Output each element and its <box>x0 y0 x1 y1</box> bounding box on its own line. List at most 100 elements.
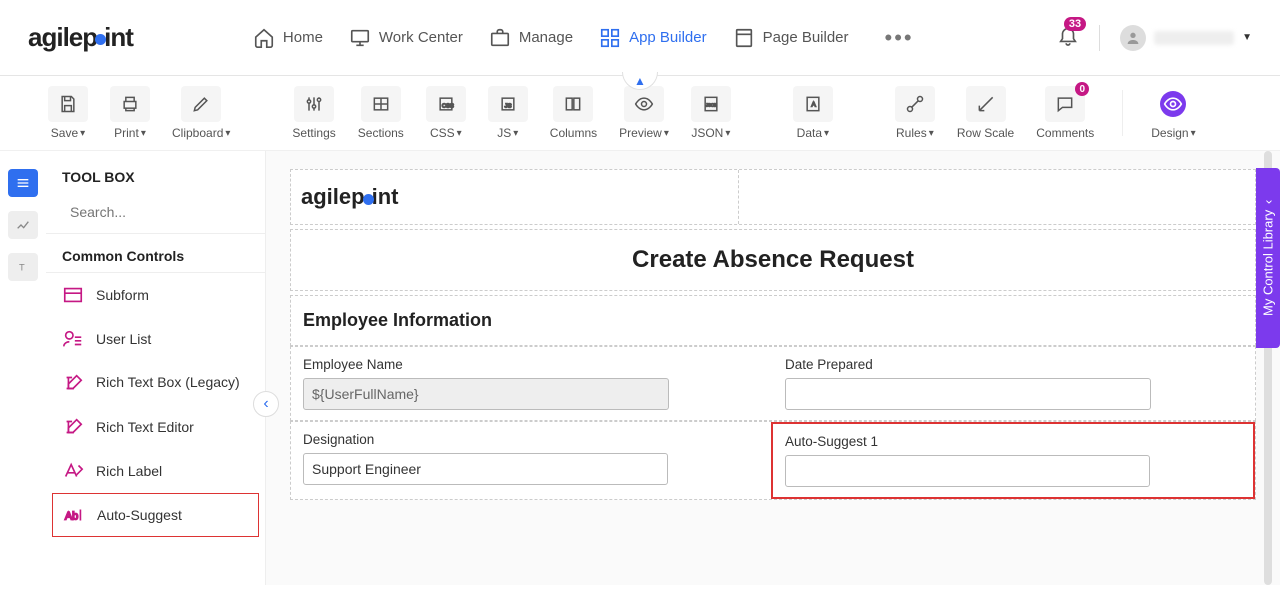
svg-text:JS: JS <box>504 103 511 109</box>
toolbox-title: TOOL BOX <box>46 151 265 197</box>
list-icon <box>15 175 31 191</box>
toolbox-search[interactable] <box>46 197 265 234</box>
field-auto-suggest[interactable]: Auto-Suggest 1 <box>771 422 1255 499</box>
control-rich-label[interactable]: Rich Label <box>46 449 265 493</box>
control-rich-text-editor[interactable]: Rich Text Editor <box>46 405 265 449</box>
user-icon <box>1125 30 1141 46</box>
nav-manage[interactable]: Manage <box>489 25 573 51</box>
nav-work-center[interactable]: Work Center <box>349 25 463 51</box>
control-subform[interactable]: Subform <box>46 273 265 317</box>
js-label: JS <box>497 126 511 140</box>
sidebar-collapse-button[interactable]: ‹ <box>253 391 279 417</box>
svg-text:T: T <box>19 262 25 272</box>
nav-app-builder-label: App Builder <box>629 29 707 46</box>
nav-work-center-label: Work Center <box>379 29 463 46</box>
auto-suggest-label: Auto-Suggest 1 <box>785 434 1241 449</box>
control-auto-suggest-label: Auto-Suggest <box>97 507 182 523</box>
save-button[interactable]: Save▾ <box>48 86 88 140</box>
nav-more[interactable]: ••• <box>885 25 914 51</box>
control-library-tab[interactable]: My Control Library ‹ <box>1256 168 1280 348</box>
row-1: Employee Name Date Prepared <box>290 346 1256 421</box>
rules-button[interactable]: Rules▾ <box>895 86 935 140</box>
settings-button[interactable]: Settings <box>292 86 335 140</box>
separator <box>1099 25 1100 51</box>
row-scale-button[interactable]: Row Scale <box>957 86 1014 140</box>
chart-icon <box>15 217 31 233</box>
nav-app-builder[interactable]: App Builder <box>599 25 707 51</box>
sections-button[interactable]: Sections <box>358 86 404 140</box>
nav-page-builder-label: Page Builder <box>763 29 849 46</box>
svg-text:A: A <box>811 102 816 109</box>
nav-page-builder[interactable]: Page Builder <box>733 25 849 51</box>
print-button[interactable]: Print▾ <box>110 86 150 140</box>
control-rich-label-label: Rich Label <box>96 463 162 479</box>
css-button[interactable]: CSS CSS▾ <box>426 86 466 140</box>
designation-label: Designation <box>303 432 759 447</box>
form-canvas[interactable]: agilepint Create Absence Request Employe… <box>266 151 1280 585</box>
form-header-row[interactable]: agilepint <box>290 169 1256 225</box>
chevron-left-icon: ‹ <box>263 395 268 413</box>
control-subform-label: Subform <box>96 287 149 303</box>
rail-data[interactable] <box>8 211 38 239</box>
js-button[interactable]: JS JS▾ <box>488 86 528 140</box>
comments-label: Comments <box>1036 126 1094 140</box>
control-user-list[interactable]: User List <box>46 317 265 361</box>
svg-text:CSS: CSS <box>442 103 454 109</box>
columns-icon <box>563 94 583 114</box>
sections-icon <box>371 94 391 114</box>
monitor-icon <box>349 27 371 49</box>
notifications-badge: 33 <box>1064 17 1086 31</box>
preview-label: Preview <box>619 126 662 140</box>
field-date-prepared[interactable]: Date Prepared <box>773 347 1255 420</box>
employee-name-input[interactable] <box>303 378 669 410</box>
columns-button[interactable]: Columns <box>550 86 597 140</box>
data-icon: A <box>803 94 823 114</box>
comments-button[interactable]: 0 Comments <box>1036 86 1094 140</box>
field-designation[interactable]: Designation <box>291 422 771 499</box>
svg-text:JSON: JSON <box>706 103 717 108</box>
print-label: Print <box>114 126 139 140</box>
data-button[interactable]: A Data▾ <box>793 86 833 140</box>
js-icon: JS <box>498 94 518 114</box>
save-label: Save <box>51 126 78 140</box>
subform-icon <box>62 284 84 306</box>
auto-suggest-input[interactable] <box>785 455 1150 487</box>
notifications-button[interactable]: 33 <box>1057 24 1079 51</box>
settings-label: Settings <box>292 126 335 140</box>
design-button[interactable]: Design▾ <box>1151 86 1195 140</box>
svg-text:Ab: Ab <box>65 511 78 523</box>
brand-logo: agilepint <box>28 22 133 53</box>
field-employee-name[interactable]: Employee Name <box>291 347 773 420</box>
user-menu[interactable]: ▼ <box>1120 25 1252 51</box>
eye-icon <box>1163 94 1183 114</box>
control-rich-text-legacy[interactable]: Rich Text Box (Legacy) <box>46 361 265 405</box>
form-title[interactable]: Create Absence Request <box>290 229 1256 291</box>
json-button[interactable]: JSON JSON▾ <box>691 86 731 140</box>
json-icon: JSON <box>701 94 721 114</box>
logo-dot-icon <box>363 194 374 205</box>
section-header[interactable]: Employee Information <box>290 295 1256 346</box>
logo-dot-icon <box>95 34 106 45</box>
comment-icon <box>1055 94 1075 114</box>
data-label: Data <box>797 126 822 140</box>
preview-button[interactable]: Preview▾ <box>619 86 669 140</box>
rich-label-icon <box>62 460 84 482</box>
nav-manage-label: Manage <box>519 29 573 46</box>
control-auto-suggest[interactable]: Ab Auto-Suggest <box>52 493 259 537</box>
home-icon <box>253 27 275 49</box>
ruler-icon <box>976 94 996 114</box>
columns-label: Columns <box>550 126 597 140</box>
rail-text[interactable]: T <box>8 253 38 281</box>
rail-toolbox[interactable] <box>8 169 38 197</box>
clipboard-button[interactable]: Clipboard▾ <box>172 86 230 140</box>
rules-icon <box>905 94 925 114</box>
employee-name-label: Employee Name <box>303 357 761 372</box>
controls-group-header[interactable]: Common Controls <box>46 234 265 273</box>
user-list-icon <box>62 328 84 350</box>
header-right: 33 ▼ <box>1057 24 1252 51</box>
designation-input[interactable] <box>303 453 668 485</box>
search-input[interactable] <box>70 204 251 220</box>
date-prepared-input[interactable] <box>785 378 1151 410</box>
nav-home[interactable]: Home <box>253 25 323 51</box>
save-icon <box>58 94 78 114</box>
